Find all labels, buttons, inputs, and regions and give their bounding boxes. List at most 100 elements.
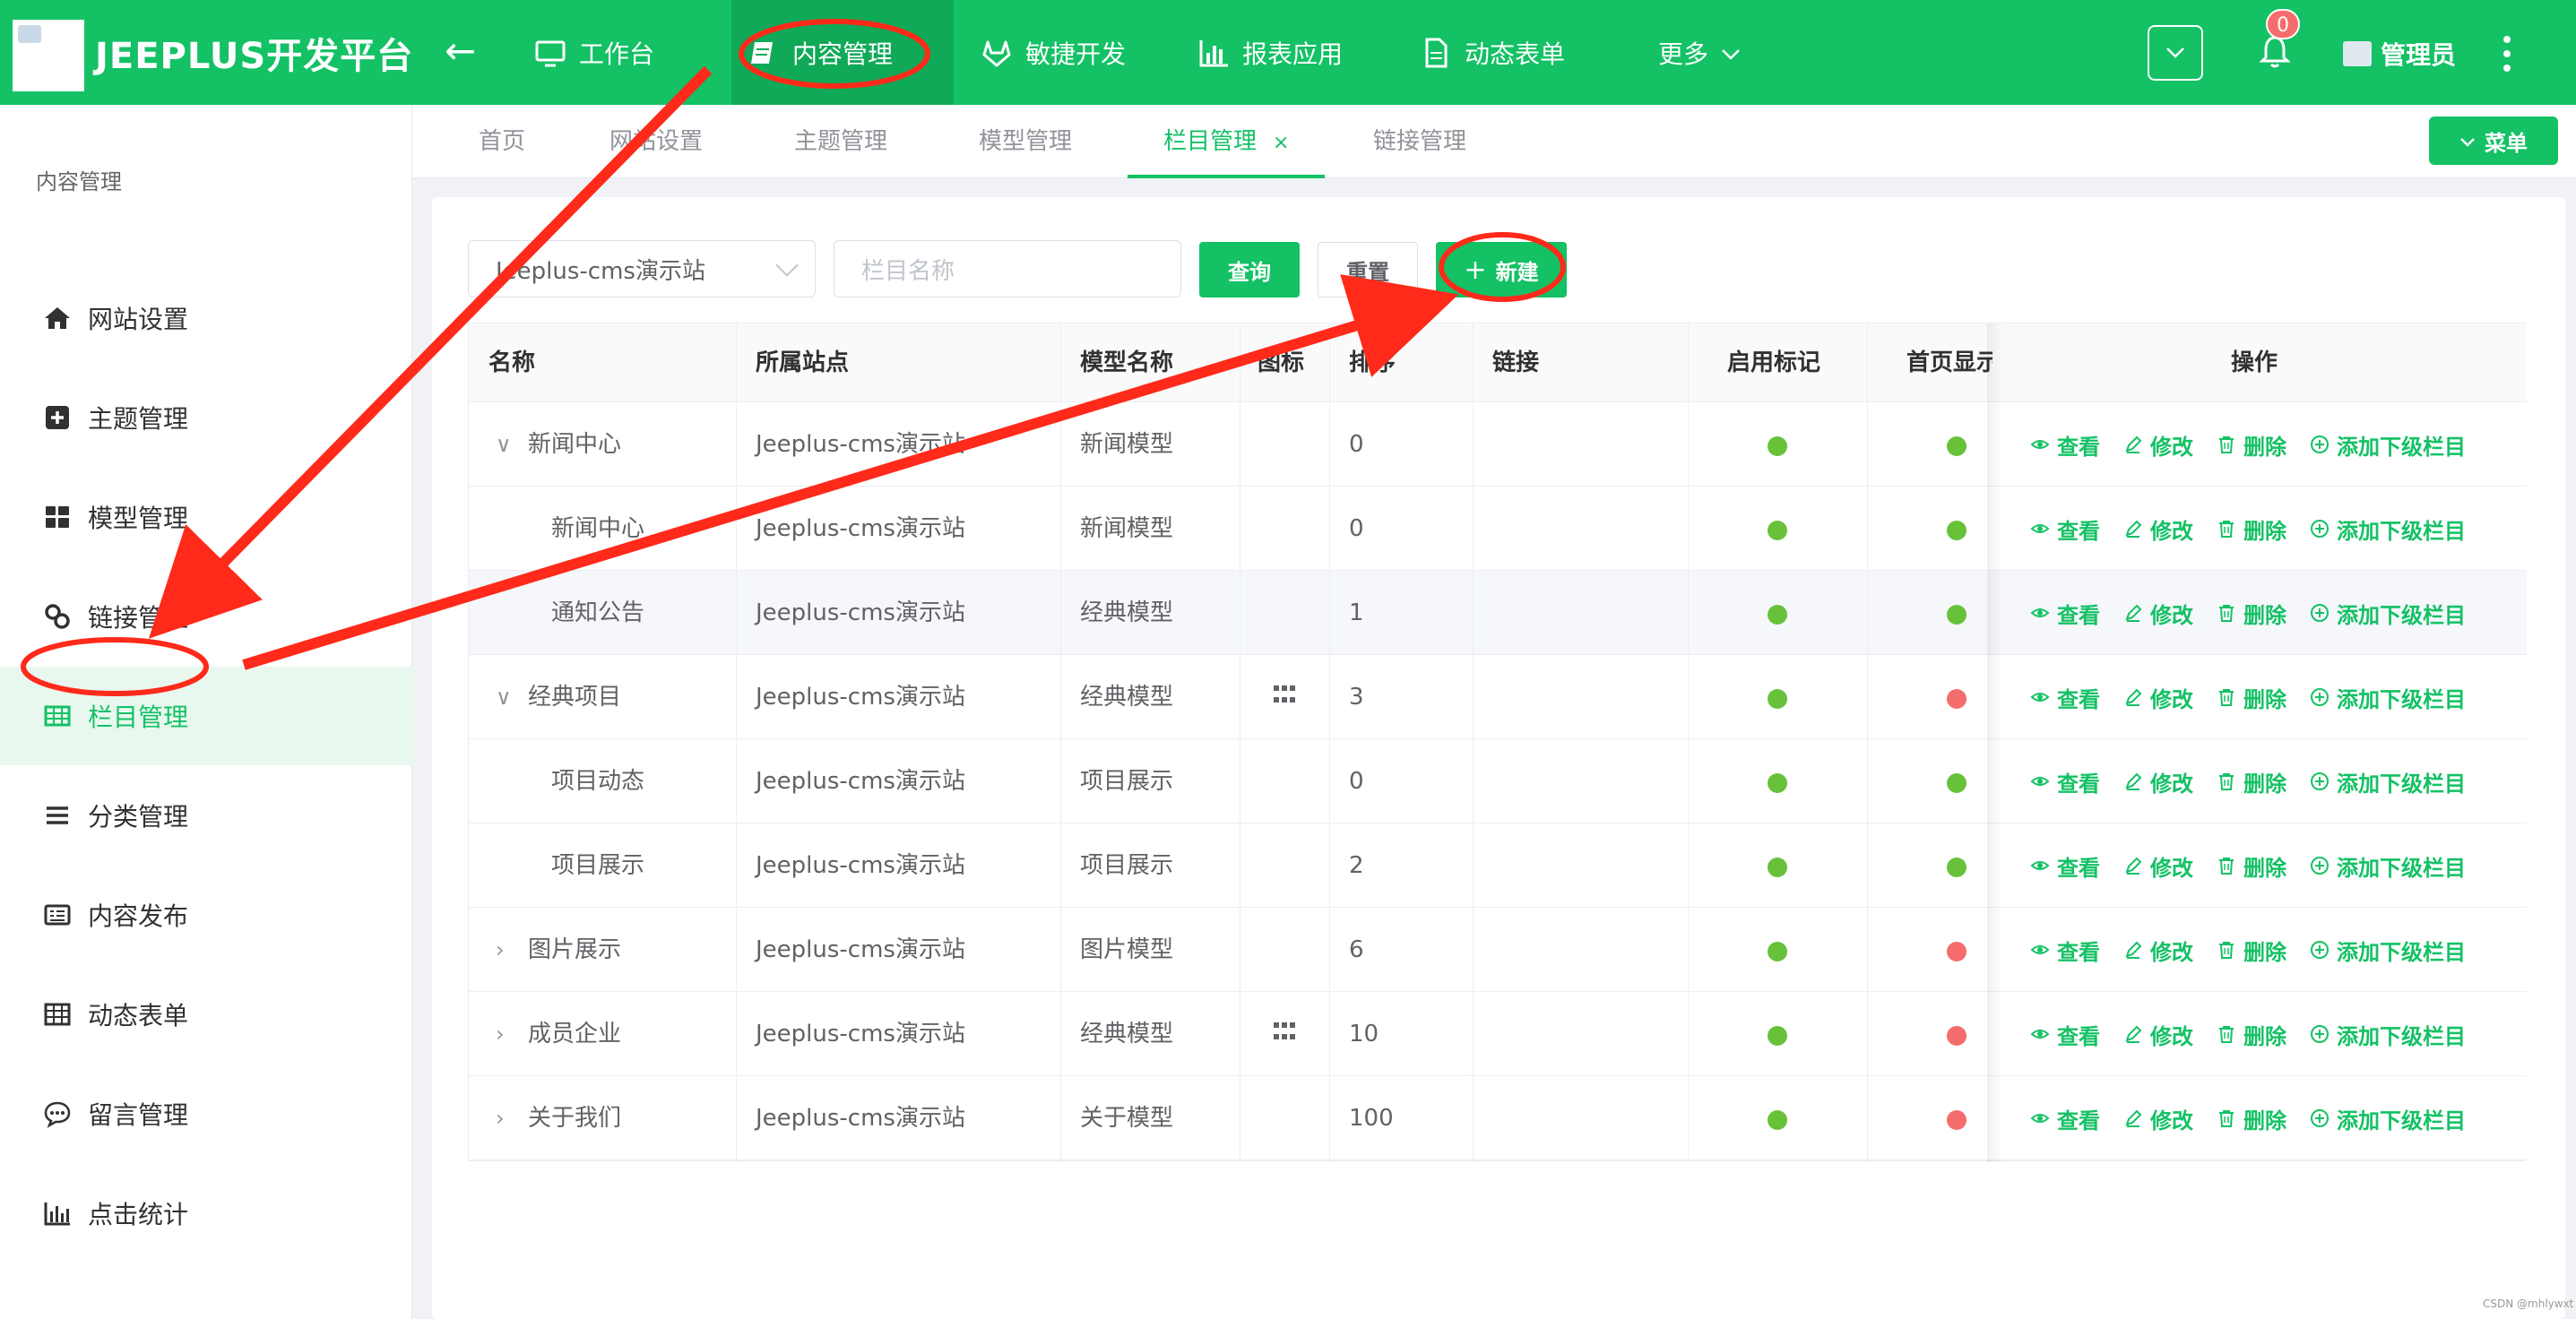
delete-action[interactable]: 删除 <box>2217 935 2286 966</box>
delete-action[interactable]: 删除 <box>2217 682 2286 713</box>
sidebar-item-model[interactable]: 模型管理 <box>0 468 412 566</box>
sidebar-item-link[interactable]: 链接管理 <box>0 567 412 666</box>
table-row: › 关于我们 Jeeplus-cms演示站 关于模型 100 查看 修改 删除 添加下级栏目 <box>469 1076 2527 1160</box>
trash-icon <box>2217 435 2236 454</box>
action-label: 添加下级栏目 <box>2337 434 2466 460</box>
view-action[interactable]: 查看 <box>2030 850 2100 882</box>
sidebar-item-message[interactable]: 留言管理 <box>0 1065 412 1163</box>
tab-link[interactable]: 链接管理 <box>1373 105 1466 178</box>
new-button[interactable]: + 新建 <box>1436 242 1567 297</box>
book-icon <box>748 37 780 69</box>
reset-button[interactable]: 重置 <box>1318 242 1418 297</box>
edit-icon <box>2123 603 2143 623</box>
view-action[interactable]: 查看 <box>2030 429 2100 461</box>
edit-action[interactable]: 修改 <box>2123 429 2193 461</box>
topnav-agile-dev[interactable]: 敏捷开发 <box>964 0 1142 105</box>
topnav-content-management[interactable]: 内容管理 <box>731 0 954 105</box>
delete-action[interactable]: 删除 <box>2217 766 2286 797</box>
topbar-dropdown-button[interactable] <box>2148 25 2203 81</box>
sidebar-item-theme[interactable]: 主题管理 <box>0 368 412 467</box>
delete-action[interactable]: 删除 <box>2217 850 2286 882</box>
column-table: 名称 所属站点 模型名称 图标 排序 链接 启用标记 首页显示 操作 ∨ 新闻中心… <box>468 323 2527 1162</box>
avatar[interactable] <box>2343 41 2372 66</box>
sidebar-item-publish[interactable]: 内容发布 <box>0 866 412 964</box>
edit-action[interactable]: 修改 <box>2123 935 2193 966</box>
row-actions: 查看 修改 删除 添加下级栏目 <box>2030 402 2489 487</box>
chevron-down-icon <box>1721 38 1741 67</box>
chevron-right-icon[interactable]: › <box>496 908 505 992</box>
tab-theme[interactable]: 主题管理 <box>794 105 887 178</box>
edit-action[interactable]: 修改 <box>2123 766 2193 797</box>
delete-action[interactable]: 删除 <box>2217 1019 2286 1050</box>
menu-button[interactable]: 菜单 <box>2429 116 2558 165</box>
edit-action[interactable]: 修改 <box>2123 850 2193 882</box>
view-action[interactable]: 查看 <box>2030 766 2100 797</box>
view-action[interactable]: 查看 <box>2030 513 2100 545</box>
cell-name: 新闻中心 <box>551 515 645 542</box>
tab-site-settings[interactable]: 网站设置 <box>609 105 703 178</box>
add-child-action[interactable]: 添加下级栏目 <box>2310 513 2466 545</box>
edit-action[interactable]: 修改 <box>2123 1019 2193 1050</box>
col-header-model: 模型名称 <box>1080 349 1174 376</box>
chevron-down-icon[interactable]: ∨ <box>496 655 512 739</box>
trash-icon <box>2217 940 2236 960</box>
edit-action[interactable]: 修改 <box>2123 682 2193 713</box>
sidebar-item-label: 栏目管理 <box>88 703 189 732</box>
chevron-down-icon[interactable]: ∨ <box>496 402 512 487</box>
edit-icon <box>2123 519 2143 539</box>
edit-action[interactable]: 修改 <box>2123 513 2193 545</box>
chevron-right-icon[interactable]: › <box>496 1076 505 1160</box>
column-name-input[interactable]: 栏目名称 <box>834 240 1181 297</box>
top-header: JEEPLUS开发平台 ← 工作台 内容管理 敏捷开发 报表应用 动态表单 更多 <box>0 0 2576 105</box>
close-icon[interactable]: × <box>1273 132 1289 154</box>
add-child-action[interactable]: 添加下级栏目 <box>2310 766 2466 797</box>
delete-action[interactable]: 删除 <box>2217 429 2286 461</box>
chevron-right-icon[interactable]: › <box>496 992 505 1076</box>
add-child-action[interactable]: 添加下级栏目 <box>2310 935 2466 966</box>
action-label: 查看 <box>2057 855 2100 881</box>
table-row: › 成员企业 Jeeplus-cms演示站 经典模型 10 查看 修改 删除 添加下级栏目 <box>469 992 2527 1076</box>
home-on-dot <box>1947 605 1967 625</box>
delete-action[interactable]: 删除 <box>2217 513 2286 545</box>
back-arrow-icon[interactable]: ← <box>445 30 476 72</box>
topnav-dynamic-form[interactable]: 动态表单 <box>1404 0 1581 105</box>
view-action[interactable]: 查看 <box>2030 935 2100 966</box>
tab-home[interactable]: 首页 <box>479 105 525 178</box>
action-label: 删除 <box>2243 602 2286 628</box>
view-action[interactable]: 查看 <box>2030 1103 2100 1134</box>
add-child-action[interactable]: 添加下级栏目 <box>2310 850 2466 882</box>
sidebar-item-column[interactable]: 栏目管理 <box>0 667 412 765</box>
sidebar-item-category[interactable]: 分类管理 <box>0 766 412 865</box>
delete-action[interactable]: 删除 <box>2217 1103 2286 1134</box>
grid-icon <box>1274 685 1297 705</box>
edit-action[interactable]: 修改 <box>2123 1103 2193 1134</box>
sidebar-item-statistics[interactable]: 点击统计 <box>0 1164 412 1263</box>
action-label: 删除 <box>2243 1023 2286 1049</box>
tab-column[interactable]: 栏目管理 × <box>1128 105 1326 178</box>
add-child-action[interactable]: 添加下级栏目 <box>2310 429 2466 461</box>
site-select[interactable]: Jeeplus-cms演示站 <box>468 240 816 297</box>
delete-action[interactable]: 删除 <box>2217 598 2286 629</box>
sidebar-item-dynamic-form[interactable]: 动态表单 <box>0 965 412 1064</box>
view-action[interactable]: 查看 <box>2030 1019 2100 1050</box>
user-name[interactable]: 管理员 <box>2381 36 2456 72</box>
enabled-on-dot <box>1768 1110 1787 1130</box>
view-action[interactable]: 查看 <box>2030 682 2100 713</box>
view-action[interactable]: 查看 <box>2030 598 2100 629</box>
query-button[interactable]: 查询 <box>1199 242 1300 297</box>
tab-model[interactable]: 模型管理 <box>979 105 1072 178</box>
add-child-action[interactable]: 添加下级栏目 <box>2310 1019 2466 1050</box>
topnav-more[interactable]: 更多 <box>1642 0 1757 105</box>
logo-image <box>13 20 84 91</box>
topnav-report-app[interactable]: 报表应用 <box>1181 0 1359 105</box>
add-child-action[interactable]: 添加下级栏目 <box>2310 598 2466 629</box>
action-label: 添加下级栏目 <box>2337 686 2466 712</box>
kebab-menu-icon[interactable] <box>2501 36 2513 72</box>
add-child-action[interactable]: 添加下级栏目 <box>2310 1103 2466 1134</box>
edit-action[interactable]: 修改 <box>2123 598 2193 629</box>
sidebar-item-site-settings[interactable]: 网站设置 <box>0 269 412 367</box>
topnav-workbench[interactable]: 工作台 <box>518 0 670 105</box>
plus-circle-icon <box>2310 687 2330 707</box>
cell-name: 关于我们 <box>528 1105 622 1132</box>
add-child-action[interactable]: 添加下级栏目 <box>2310 682 2466 713</box>
